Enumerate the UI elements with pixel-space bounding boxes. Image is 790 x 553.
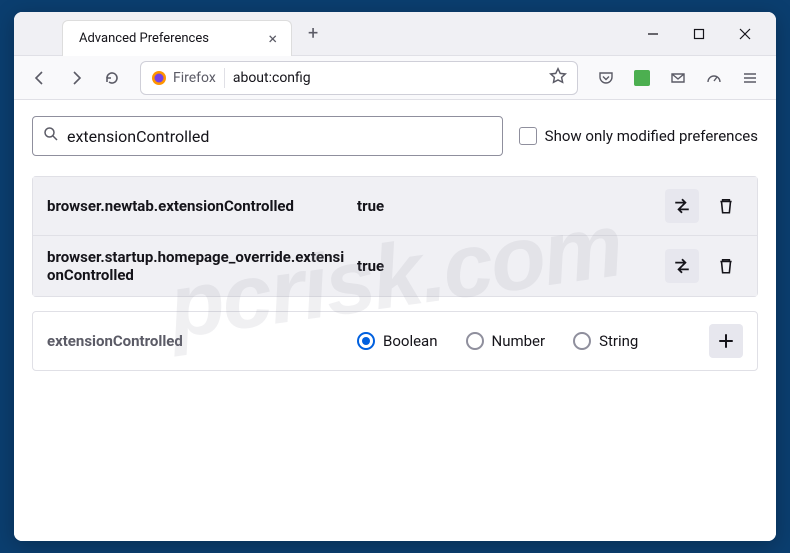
reload-button[interactable] [96,62,128,94]
close-tab-icon[interactable]: × [264,27,281,50]
new-preference-name: extensionControlled [47,332,347,350]
content-area: Show only modified preferences browser.n… [14,100,776,541]
show-modified-checkbox[interactable]: Show only modified preferences [519,127,758,145]
preference-list: browser.newtab.extensionControlled true … [32,176,758,297]
checkbox-icon [519,127,537,145]
radio-label: Number [492,332,546,350]
plus-icon [717,332,735,350]
toggle-button[interactable] [665,189,699,223]
add-preference-row: extensionControlled Boolean Number Strin… [32,311,758,371]
search-input[interactable] [67,127,492,146]
delete-button[interactable] [709,249,743,283]
titlebar: Advanced Preferences × + [14,12,776,56]
browser-window: Advanced Preferences × + [14,12,776,541]
radio-icon [466,332,484,350]
toolbar: Firefox about:config [14,56,776,100]
back-button[interactable] [24,62,56,94]
preference-value: true [357,197,655,215]
toggle-icon [673,197,691,215]
radio-icon [357,332,375,350]
delete-button[interactable] [709,189,743,223]
new-tab-button[interactable]: + [300,19,326,48]
bookmark-star-icon[interactable] [545,63,571,93]
radio-label: String [599,332,638,350]
identity-box[interactable]: Firefox [147,68,225,88]
firefox-icon [151,70,167,86]
toggle-icon [673,257,691,275]
menu-button[interactable] [734,62,766,94]
minimize-button[interactable] [630,12,676,56]
url-text: about:config [233,70,545,86]
type-radio-group: Boolean Number String [357,332,699,350]
inbox-icon[interactable] [662,62,694,94]
trash-icon [717,197,735,215]
maximize-button[interactable] [676,12,722,56]
add-button[interactable] [709,324,743,358]
url-bar[interactable]: Firefox about:config [140,61,578,95]
preference-value: true [357,257,655,275]
radio-label: Boolean [383,332,438,350]
radio-string[interactable]: String [573,332,638,350]
preference-name: browser.startup.homepage_override.extens… [47,248,347,284]
trash-icon [717,257,735,275]
radio-icon [573,332,591,350]
search-box[interactable] [32,116,503,156]
window-controls [630,12,776,56]
preference-row: browser.newtab.extensionControlled true [33,177,757,236]
tab-active[interactable]: Advanced Preferences × [62,20,292,56]
search-row: Show only modified preferences [32,116,758,156]
tab-title: Advanced Preferences [79,31,209,46]
forward-button[interactable] [60,62,92,94]
extension-icon[interactable] [626,62,658,94]
radio-boolean[interactable]: Boolean [357,332,438,350]
search-icon [43,126,59,146]
preference-row: browser.startup.homepage_override.extens… [33,236,757,296]
toggle-button[interactable] [665,249,699,283]
speed-icon[interactable] [698,62,730,94]
preference-name: browser.newtab.extensionControlled [47,197,347,215]
checkbox-label: Show only modified preferences [545,127,758,145]
radio-number[interactable]: Number [466,332,546,350]
pocket-icon[interactable] [590,62,622,94]
close-window-button[interactable] [722,12,768,56]
identity-label: Firefox [173,70,216,86]
